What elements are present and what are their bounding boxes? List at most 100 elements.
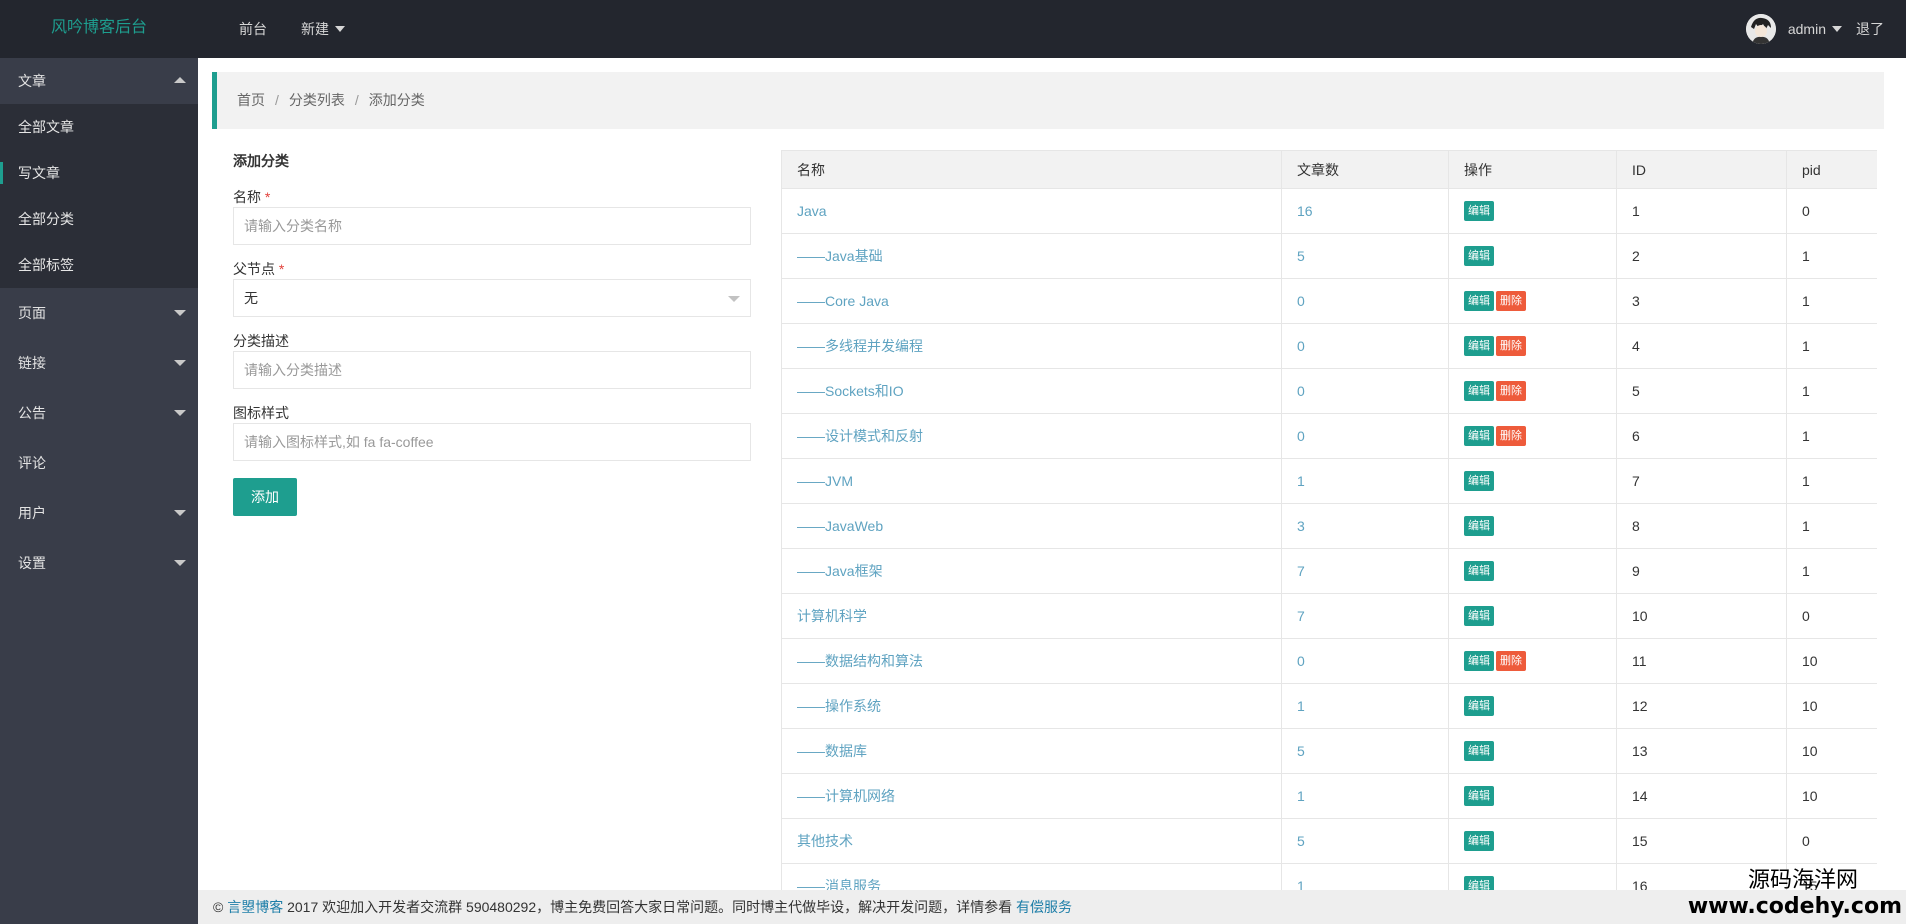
category-name-link[interactable]: ——Sockets和IO (781, 368, 1282, 414)
footer-brand-link[interactable]: 言曌博客 (227, 899, 283, 915)
submenu-article: 全部文章 写文章 全部分类 全部标签 (0, 104, 198, 288)
article-count-link[interactable]: 0 (1281, 413, 1449, 459)
category-name-link[interactable]: ——操作系统 (781, 683, 1282, 729)
menu-article[interactable]: 文章 (0, 58, 198, 104)
edit-button[interactable]: 编辑 (1464, 741, 1494, 761)
breadcrumb-home[interactable]: 首页 (237, 72, 265, 129)
edit-button[interactable]: 编辑 (1464, 381, 1494, 401)
article-count-link[interactable]: 16 (1281, 188, 1449, 234)
footer-paid-service-link[interactable]: 有偿服务 (1016, 899, 1072, 915)
row-actions: 编辑 (1448, 233, 1617, 279)
edit-button[interactable]: 编辑 (1464, 516, 1494, 536)
nav-frontend-link[interactable]: 前台 (222, 0, 284, 58)
edit-button[interactable]: 编辑 (1464, 201, 1494, 221)
edit-button[interactable]: 编辑 (1464, 831, 1494, 851)
row-actions: 编辑 (1448, 773, 1617, 819)
article-count-link[interactable]: 0 (1281, 323, 1449, 369)
icon-style-input[interactable]: 请输入图标样式,如 fa fa-coffee (233, 423, 751, 461)
article-count-link[interactable]: 1 (1281, 683, 1449, 729)
menu-comments-label: 评论 (18, 455, 46, 471)
delete-button[interactable]: 删除 (1496, 381, 1526, 401)
edit-button[interactable]: 编辑 (1464, 426, 1494, 446)
sidebar-item-all-tags[interactable]: 全部标签 (0, 242, 198, 288)
add-button[interactable]: 添加 (233, 478, 297, 516)
article-count-link[interactable]: 7 (1281, 548, 1449, 594)
category-name-link[interactable]: ——Java基础 (781, 233, 1282, 279)
delete-button[interactable]: 删除 (1496, 426, 1526, 446)
row-actions: 编辑 删除 (1448, 413, 1617, 459)
chevron-down-icon (174, 510, 186, 516)
article-count-link[interactable]: 0 (1281, 638, 1449, 684)
category-id: 2 (1616, 233, 1787, 279)
sidebar-item-all-articles[interactable]: 全部文章 (0, 104, 198, 150)
delete-button[interactable]: 删除 (1496, 651, 1526, 671)
breadcrumb-current: 添加分类 (368, 92, 425, 108)
category-name-link[interactable]: ——数据结构和算法 (781, 638, 1282, 684)
article-count-link[interactable]: 7 (1281, 593, 1449, 639)
edit-button[interactable]: 编辑 (1464, 246, 1494, 266)
row-actions: 编辑 删除 (1448, 638, 1617, 684)
nav-frontend-label: 前台 (239, 20, 267, 37)
edit-button[interactable]: 编辑 (1464, 471, 1494, 491)
description-input[interactable]: 请输入分类描述 (233, 351, 751, 389)
edit-button[interactable]: 编辑 (1464, 561, 1494, 581)
parent-select-value: 无 (244, 290, 258, 306)
article-count-link[interactable]: 1 (1281, 773, 1449, 819)
category-table-wrap: 名称 文章数 操作 ID pid Java 16 编辑 1 0 ——Java基础 5 编辑 2 1… (781, 150, 1877, 890)
sidebar-item-all-categories[interactable]: 全部分类 (0, 196, 198, 242)
chevron-down-icon (1832, 26, 1842, 32)
article-count-link[interactable]: 0 (1281, 278, 1449, 324)
delete-button[interactable]: 删除 (1496, 291, 1526, 311)
category-name-link[interactable]: ——设计模式和反射 (781, 413, 1282, 459)
category-pid: 10 (1786, 638, 1877, 684)
logout-link[interactable]: 退了 (1856, 19, 1884, 39)
nav-new-dropdown[interactable]: 新建 (284, 0, 362, 58)
article-count-link[interactable]: 1 (1281, 863, 1449, 890)
category-pid: 0 (1786, 188, 1877, 234)
menu-notices[interactable]: 公告 (0, 390, 198, 436)
article-count-link[interactable]: 5 (1281, 728, 1449, 774)
category-name-link[interactable]: ——消息服务 (781, 863, 1282, 890)
avatar[interactable] (1745, 14, 1776, 44)
menu-comments[interactable]: 评论 (0, 440, 198, 486)
edit-button[interactable]: 编辑 (1464, 696, 1494, 716)
name-input[interactable]: 请输入分类名称 (233, 207, 751, 245)
menu-pages[interactable]: 页面 (0, 290, 198, 336)
parent-select[interactable]: 无 (233, 279, 751, 317)
menu-settings[interactable]: 设置 (0, 540, 198, 586)
category-name-link[interactable]: ——多线程并发编程 (781, 323, 1282, 369)
category-name-link[interactable]: ——Core Java (781, 278, 1282, 324)
col-pid: pid (1786, 150, 1877, 189)
category-name-link[interactable]: Java (781, 188, 1282, 234)
article-count-link[interactable]: 3 (1281, 503, 1449, 549)
sidebar-item-write-article[interactable]: 写文章 (0, 150, 198, 196)
category-name-link[interactable]: 计算机科学 (781, 593, 1282, 639)
edit-button[interactable]: 编辑 (1464, 876, 1494, 890)
edit-button[interactable]: 编辑 (1464, 606, 1494, 626)
article-count-link[interactable]: 1 (1281, 458, 1449, 504)
category-name-link[interactable]: ——Java框架 (781, 548, 1282, 594)
menu-links[interactable]: 链接 (0, 340, 198, 386)
category-name-link[interactable]: ——JVM (781, 458, 1282, 504)
article-count-link[interactable]: 0 (1281, 368, 1449, 414)
category-name-link[interactable]: ——数据库 (781, 728, 1282, 774)
edit-button[interactable]: 编辑 (1464, 336, 1494, 356)
category-name-link[interactable]: 其他技术 (781, 818, 1282, 864)
article-count-link[interactable]: 5 (1281, 818, 1449, 864)
edit-button[interactable]: 编辑 (1464, 651, 1494, 671)
row-actions: 编辑 (1448, 503, 1617, 549)
article-count-link[interactable]: 5 (1281, 233, 1449, 279)
delete-button[interactable]: 删除 (1496, 336, 1526, 356)
edit-button[interactable]: 编辑 (1464, 291, 1494, 311)
edit-button[interactable]: 编辑 (1464, 786, 1494, 806)
user-area: admin 退了 (1745, 0, 1884, 58)
breadcrumb-category-list[interactable]: 分类列表 (289, 72, 345, 129)
user-menu[interactable]: admin (1788, 21, 1842, 37)
category-name-link[interactable]: ——JavaWeb (781, 503, 1282, 549)
menu-users[interactable]: 用户 (0, 490, 198, 536)
category-name-link[interactable]: ——计算机网络 (781, 773, 1282, 819)
category-id: 6 (1616, 413, 1787, 459)
row-actions: 编辑 (1448, 683, 1617, 729)
category-pid: 1 (1786, 278, 1877, 324)
site-logo[interactable]: 风吟博客后台 (0, 0, 198, 58)
